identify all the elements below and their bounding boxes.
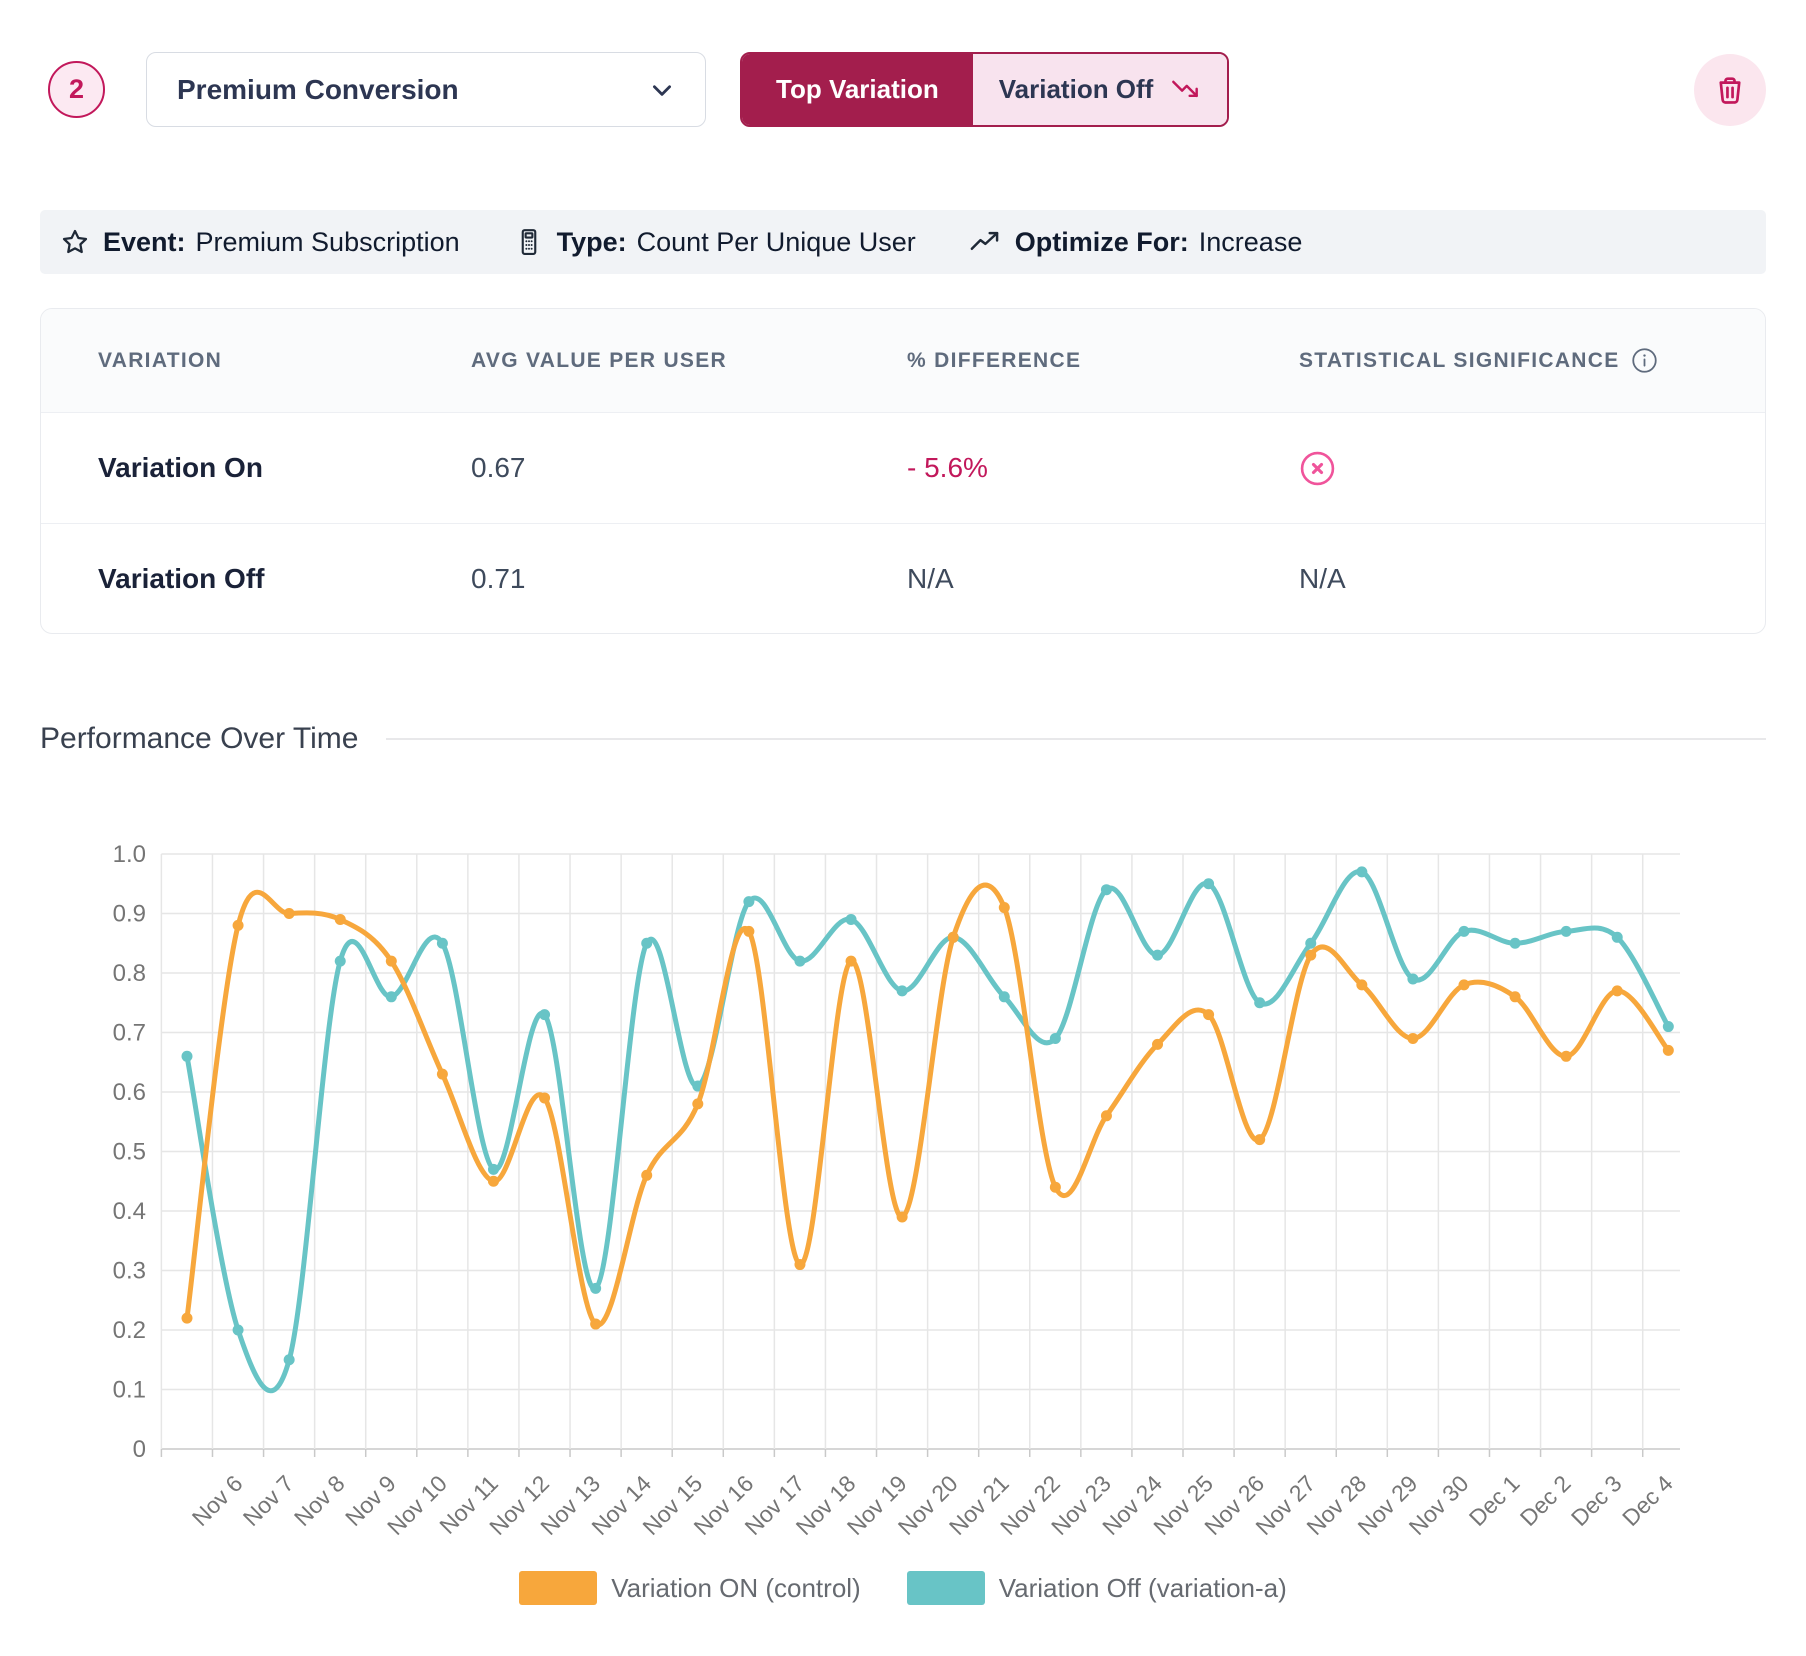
calculator-icon: [514, 227, 544, 257]
chart-legend: Variation ON (control) Variation Off (va…: [40, 1571, 1766, 1605]
variation-name: Variation On: [98, 452, 471, 484]
svg-text:Dec 4: Dec 4: [1617, 1470, 1678, 1531]
variation-toggle: Top Variation Variation Off: [740, 52, 1229, 127]
difference-value: - 5.6%: [907, 452, 1299, 484]
metric-dropdown[interactable]: Premium Conversion: [146, 52, 706, 127]
col-significance: STATISTICAL SIGNIFICANCE: [1299, 347, 1765, 374]
avg-value: 0.71: [471, 563, 907, 595]
svg-text:Nov 6: Nov 6: [187, 1470, 248, 1531]
svg-text:0.8: 0.8: [113, 960, 146, 987]
svg-text:Nov 8: Nov 8: [289, 1470, 350, 1531]
event-value: Premium Subscription: [196, 227, 460, 258]
difference-value: N/A: [907, 563, 1299, 595]
svg-text:Dec 3: Dec 3: [1566, 1470, 1627, 1531]
optimize-label: Optimize For:: [1015, 227, 1189, 258]
divider: [386, 738, 1766, 740]
svg-text:0.9: 0.9: [113, 901, 146, 928]
line-chart-canvas: 1.00.90.80.70.60.50.40.30.20.10Nov 6Nov …: [40, 786, 1766, 1552]
type-info: Type: Count Per Unique User: [514, 227, 916, 258]
table-row: Variation Off 0.71 N/A N/A: [41, 523, 1765, 633]
metric-info-bar: Event: Premium Subscription Type: Count …: [40, 210, 1766, 274]
trash-icon: [1713, 73, 1747, 107]
optimize-info: Optimize For: Increase: [970, 227, 1303, 258]
type-label: Type:: [557, 227, 627, 258]
toggle-variation-off[interactable]: Variation Off: [973, 54, 1228, 125]
avg-value: 0.67: [471, 452, 907, 484]
circle-x-icon: [1299, 450, 1765, 487]
svg-text:Dec 2: Dec 2: [1515, 1470, 1576, 1531]
table-row: Variation On 0.67 - 5.6%: [41, 413, 1765, 523]
metric-panel: 2 Premium Conversion Top Variation Varia…: [0, 0, 1806, 1656]
step-number: 2: [69, 74, 84, 105]
svg-text:0.2: 0.2: [113, 1317, 146, 1344]
chart-section-title: Performance Over Time: [40, 722, 358, 756]
toggle-variation-off-label: Variation Off: [999, 74, 1154, 105]
svg-text:Nov 7: Nov 7: [238, 1470, 299, 1531]
performance-chart: 1.00.90.80.70.60.50.40.30.20.10Nov 6Nov …: [40, 786, 1766, 1605]
type-value: Count Per Unique User: [637, 227, 916, 258]
svg-text:0.3: 0.3: [113, 1258, 146, 1285]
delete-metric-button[interactable]: [1694, 54, 1766, 126]
svg-text:0.1: 0.1: [113, 1377, 146, 1404]
step-number-badge: 2: [48, 61, 105, 118]
toggle-top-variation-label: Top Variation: [776, 74, 939, 105]
event-info: Event: Premium Subscription: [60, 227, 460, 258]
trending-up-icon: [970, 230, 1002, 254]
info-icon[interactable]: [1631, 347, 1658, 374]
svg-text:Dec 1: Dec 1: [1464, 1470, 1525, 1531]
col-variation: VARIATION: [98, 349, 471, 373]
col-difference: % DIFFERENCE: [907, 349, 1299, 373]
legend-swatch-teal: [907, 1571, 985, 1605]
legend-label: Variation ON (control): [611, 1573, 861, 1604]
svg-text:0.4: 0.4: [113, 1198, 146, 1225]
table-header-row: VARIATION AVG VALUE PER USER % DIFFERENC…: [41, 309, 1765, 413]
svg-text:0.6: 0.6: [113, 1079, 146, 1106]
significance-status: N/A: [1299, 563, 1765, 595]
legend-label: Variation Off (variation-a): [999, 1573, 1287, 1604]
trending-down-icon: [1169, 76, 1201, 104]
optimize-value: Increase: [1199, 227, 1303, 258]
metric-dropdown-value: Premium Conversion: [177, 74, 459, 106]
chart-section-header: Performance Over Time: [40, 722, 1766, 756]
svg-text:1.0: 1.0: [113, 841, 146, 868]
results-table: VARIATION AVG VALUE PER USER % DIFFERENC…: [40, 308, 1766, 634]
toggle-top-variation[interactable]: Top Variation: [742, 54, 973, 125]
star-icon: [60, 227, 90, 257]
svg-text:0.5: 0.5: [113, 1139, 146, 1166]
toolbar: 2 Premium Conversion Top Variation Varia…: [0, 0, 1806, 127]
col-avg-value: AVG VALUE PER USER: [471, 349, 907, 373]
svg-text:0: 0: [133, 1436, 146, 1463]
variation-name: Variation Off: [98, 563, 471, 595]
significance-status: [1299, 450, 1765, 487]
event-label: Event:: [103, 227, 186, 258]
chevron-down-icon: [649, 77, 675, 103]
legend-swatch-orange: [519, 1571, 597, 1605]
legend-item-variation-off[interactable]: Variation Off (variation-a): [907, 1571, 1287, 1605]
svg-text:0.7: 0.7: [113, 1020, 146, 1047]
legend-item-variation-on[interactable]: Variation ON (control): [519, 1571, 861, 1605]
